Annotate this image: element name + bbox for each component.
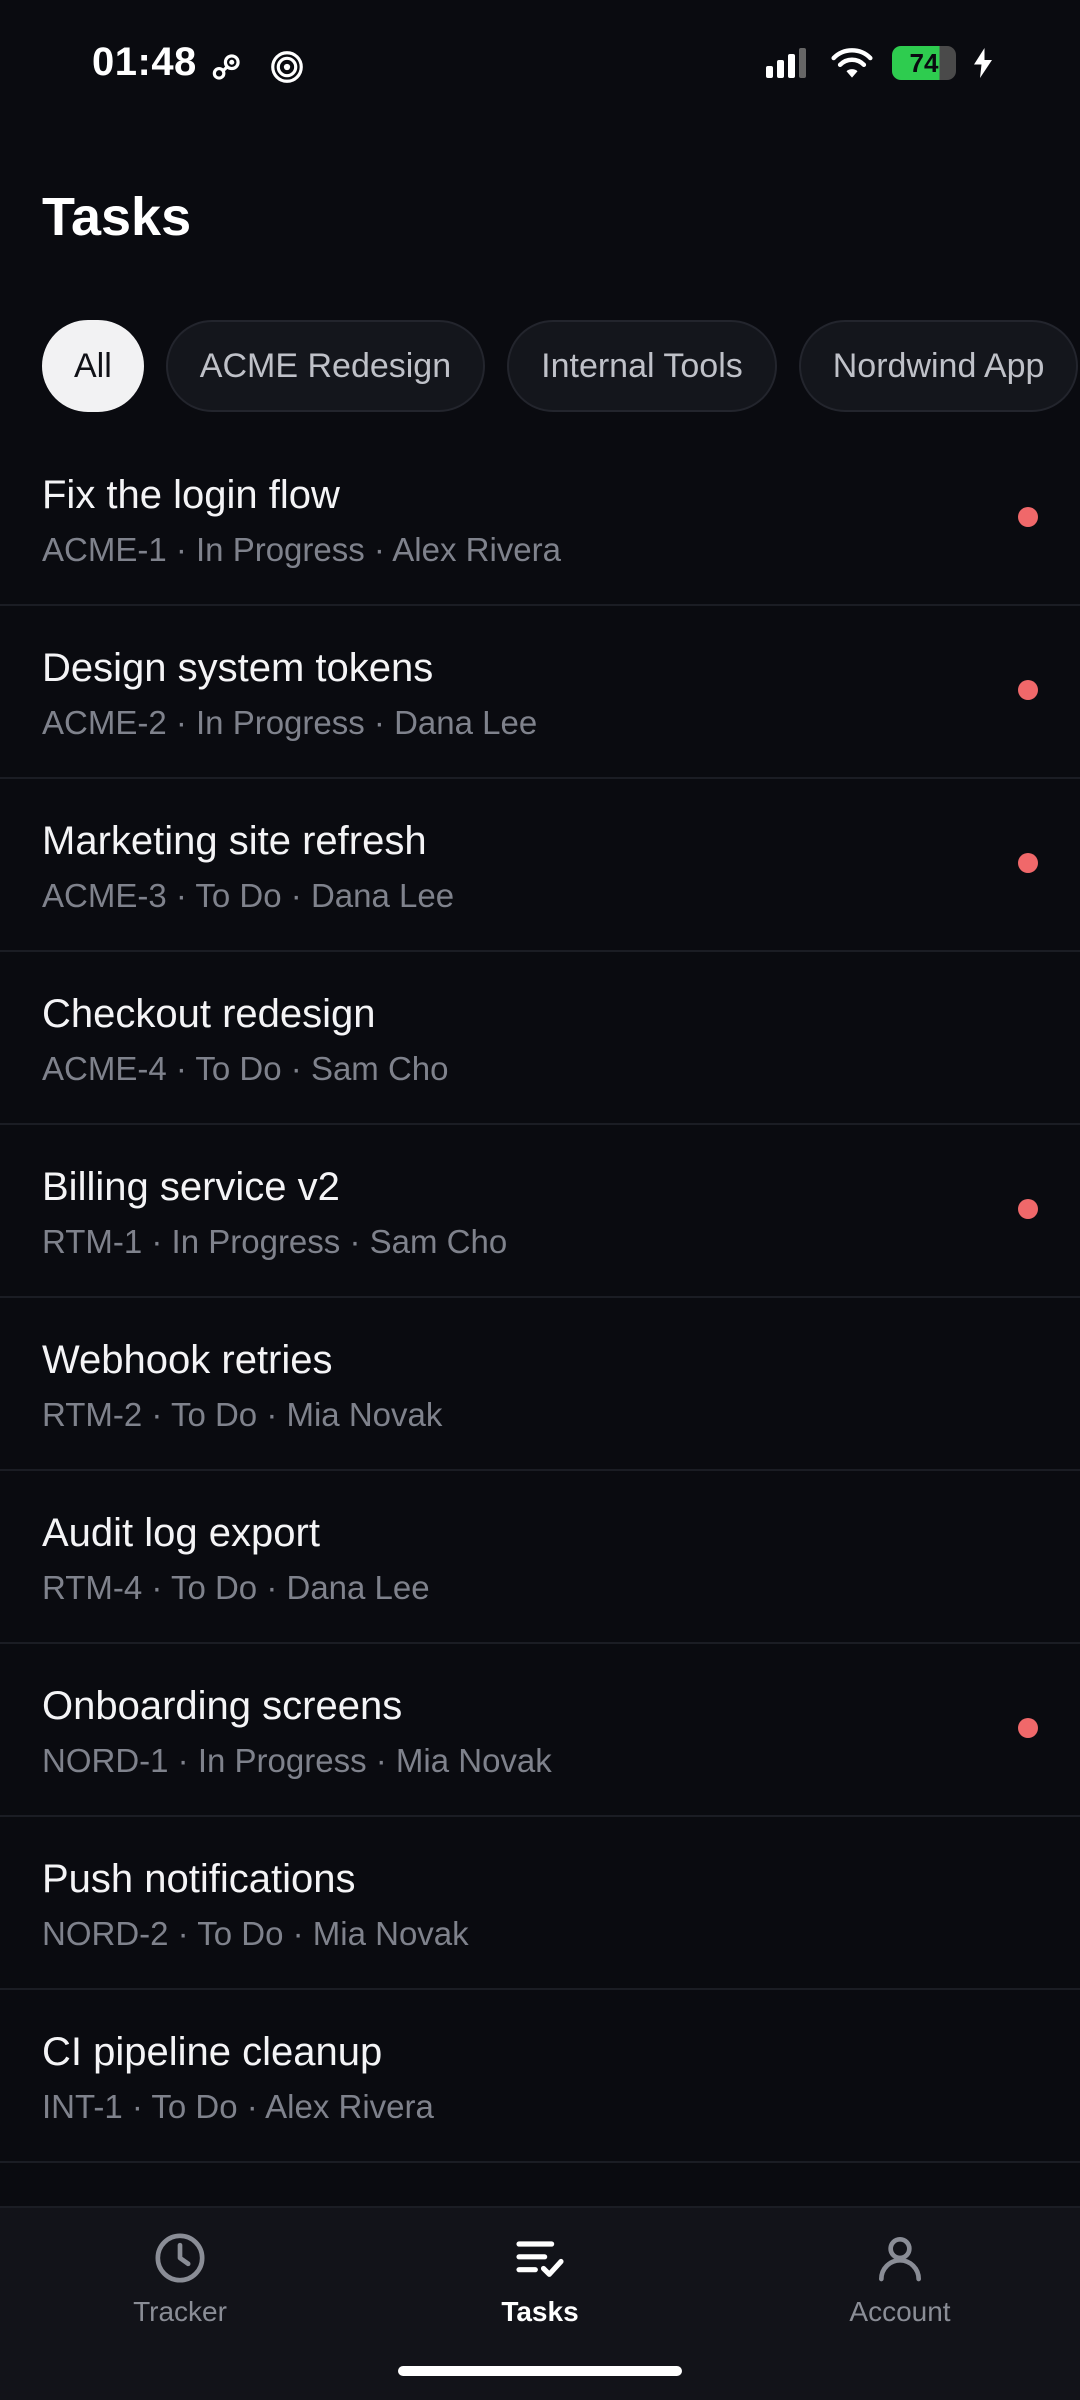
wifi-icon — [831, 48, 873, 78]
task-list: Fix the login flow ACME-1 · In Progress … — [0, 433, 1080, 2163]
priority-dot — [1018, 1718, 1038, 1738]
task-meta: NORD-1 · In Progress · Mia Novak — [42, 1742, 552, 1779]
task-row[interactable]: Webhook retries RTM-2 · To Do · Mia Nova… — [0, 1298, 1080, 1471]
status-time: 01:48 — [92, 40, 197, 84]
nav-tracker[interactable]: Tracker — [60, 2230, 300, 2350]
task-meta: NORD-2 · To Do · Mia Novak — [42, 1915, 469, 1952]
chip-label: All — [74, 346, 112, 385]
nav-tasks[interactable]: Tasks — [420, 2230, 660, 2350]
chip-nordwind-app[interactable]: Nordwind App — [798, 320, 1079, 412]
task-row[interactable]: Onboarding screens NORD-1 · In Progress … — [0, 1644, 1080, 1817]
chip-all[interactable]: All — [42, 320, 144, 412]
task-row[interactable]: Audit log export RTM-4 · To Do · Dana Le… — [0, 1471, 1080, 1644]
task-row[interactable]: Fix the login flow ACME-1 · In Progress … — [0, 433, 1080, 606]
bottom-nav: Tracker Tasks Account — [0, 2206, 1080, 2400]
battery-icon: 74 — [892, 46, 956, 80]
priority-dot — [1018, 853, 1038, 873]
task-meta: RTM-4 · To Do · Dana Lee — [42, 1569, 430, 1606]
spiral-icon — [271, 51, 303, 83]
priority-dot — [1018, 680, 1038, 700]
task-row[interactable]: Push notifications NORD-2 · To Do · Mia … — [0, 1817, 1080, 1990]
chip-internal-tools[interactable]: Internal Tools — [507, 320, 777, 412]
nav-label: Tasks — [501, 2296, 579, 2327]
task-title: Audit log export — [42, 1511, 320, 1555]
task-title: CI pipeline cleanup — [42, 2030, 383, 2074]
person-icon — [879, 2237, 921, 2282]
task-title: Billing service v2 — [42, 1165, 340, 1209]
status-left-icons — [208, 48, 306, 86]
task-row[interactable]: Billing service v2 RTM-1 · In Progress ·… — [0, 1125, 1080, 1298]
task-title: Push notifications — [42, 1857, 356, 1901]
tasks-screen: 01:48 74 Tasks All ACME Redesign Interna… — [0, 0, 1080, 2400]
task-title: Onboarding screens — [42, 1684, 403, 1728]
nav-account[interactable]: Account — [780, 2230, 1020, 2350]
task-meta: ACME-1 · In Progress · Alex Rivera — [42, 531, 561, 568]
page-title: Tasks — [42, 187, 192, 247]
task-title: Marketing site refresh — [42, 819, 427, 863]
task-meta: RTM-1 · In Progress · Sam Cho — [42, 1223, 508, 1260]
task-meta: ACME-3 · To Do · Dana Lee — [42, 877, 455, 914]
signal-icon — [766, 48, 806, 78]
chip-label: ACME Redesign — [199, 346, 452, 385]
task-title: Fix the login flow — [42, 473, 340, 517]
chip-label: Nordwind App — [832, 346, 1045, 385]
project-filter-chips: All ACME Redesign Internal Tools Nordwin… — [42, 320, 1079, 412]
battery-level: 74 — [909, 47, 939, 78]
task-meta: RTM-2 · To Do · Mia Novak — [42, 1396, 443, 1433]
status-right-icons: 74 — [766, 46, 992, 80]
nav-label: Tracker — [133, 2296, 227, 2327]
status-bar: 01:48 74 — [0, 0, 1080, 135]
home-indicator[interactable] — [398, 2366, 682, 2376]
task-title: Checkout redesign — [42, 992, 376, 1036]
task-meta: INT-1 · To Do · Alex Rivera — [42, 2088, 434, 2125]
task-list-icon — [516, 2241, 564, 2277]
priority-dot — [1018, 507, 1038, 527]
task-row[interactable]: Checkout redesign ACME-4 · To Do · Sam C… — [0, 952, 1080, 1125]
task-row[interactable]: Marketing site refresh ACME-3 · To Do · … — [0, 779, 1080, 952]
task-row[interactable]: CI pipeline cleanup INT-1 · To Do · Alex… — [0, 1990, 1080, 2163]
chip-acme-redesign[interactable]: ACME Redesign — [165, 320, 486, 412]
charging-icon — [974, 48, 992, 78]
priority-dot — [1018, 1199, 1038, 1219]
steam-icon — [212, 54, 240, 80]
clock-icon — [155, 2233, 205, 2283]
task-title: Design system tokens — [42, 646, 434, 690]
task-row[interactable]: Design system tokens ACME-2 · In Progres… — [0, 606, 1080, 779]
nav-label: Account — [849, 2296, 951, 2327]
task-meta: ACME-2 · In Progress · Dana Lee — [42, 704, 538, 741]
task-title: Webhook retries — [42, 1338, 333, 1382]
task-meta: ACME-4 · To Do · Sam Cho — [42, 1050, 449, 1087]
chip-label: Internal Tools — [541, 346, 743, 385]
